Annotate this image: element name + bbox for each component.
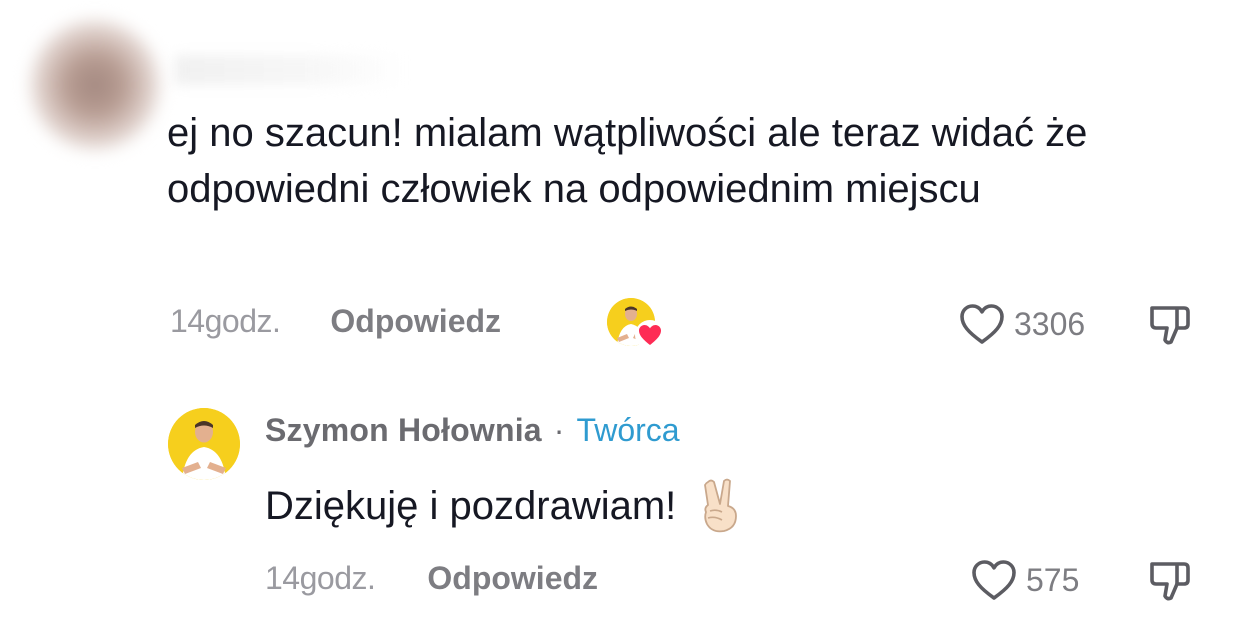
- heart-outline-icon: [960, 304, 1004, 344]
- reply-author-name[interactable]: Szymon Hołownia: [265, 412, 542, 449]
- thumbs-down-icon: [1150, 306, 1190, 345]
- creator-liked-heart-icon: [635, 320, 665, 350]
- comment-text: ej no szacun! mialam wątpliwości ale ter…: [167, 111, 1088, 211]
- reply-timestamp: 14godz.: [265, 560, 376, 596]
- reply-dislike-button[interactable]: [1147, 558, 1193, 609]
- creator-avatar[interactable]: [168, 408, 240, 480]
- comment-timestamp: 14godz.: [170, 303, 281, 339]
- creator-liked-indicator: [607, 298, 665, 350]
- comment-like-count: 3306: [1014, 305, 1086, 342]
- separator-dot: ·: [553, 412, 565, 448]
- comment-meta-row: 14godz. Odpowiedz: [170, 303, 501, 340]
- heart-outline-icon: [972, 560, 1016, 600]
- reply-header: Szymon Hołownia · Twórca: [265, 412, 680, 449]
- reply-like-count: 575: [1026, 561, 1080, 598]
- victory-hand-emoji: [704, 478, 738, 533]
- reply-meta-row: 14godz. Odpowiedz: [265, 560, 598, 597]
- comment-reply-button[interactable]: Odpowiedz: [330, 303, 501, 340]
- comment-dislike-button[interactable]: [1147, 302, 1193, 353]
- thumbs-down-icon: [1150, 562, 1190, 601]
- reply-text-row: Dziękuję i pozdrawiam!: [265, 478, 742, 534]
- creator-badge: Twórca: [576, 412, 680, 448]
- commenter-avatar-blurred[interactable]: [30, 20, 160, 150]
- reply-like-button[interactable]: 575: [970, 558, 1079, 602]
- reply-text: Dziękuję i pozdrawiam!: [265, 484, 677, 528]
- commenter-name-blurred: [175, 55, 405, 85]
- comment-like-button[interactable]: 3306: [958, 302, 1085, 346]
- reply-reply-button[interactable]: Odpowiedz: [427, 560, 598, 597]
